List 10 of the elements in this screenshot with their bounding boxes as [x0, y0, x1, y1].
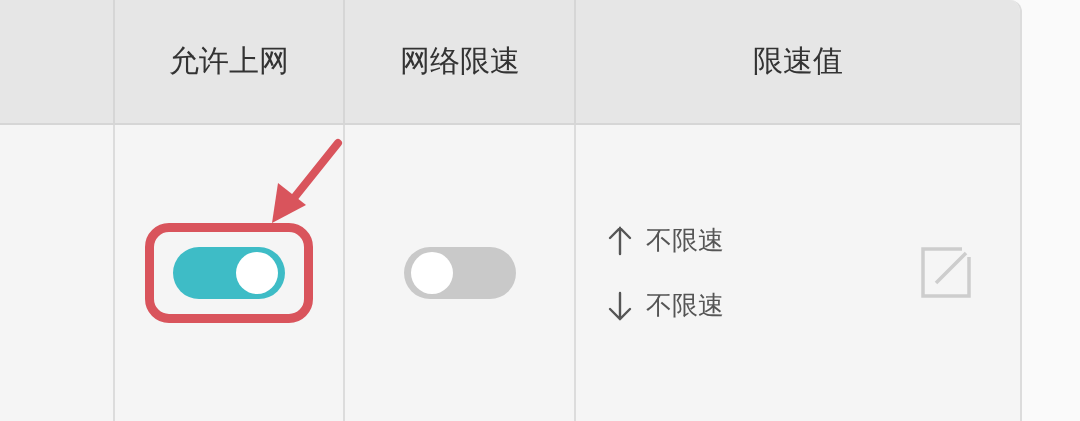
column-header: 网络限速 [345, 0, 576, 125]
up-arrow-icon [608, 225, 632, 256]
column-header: 允许上网 [115, 0, 345, 125]
download-limit: 不限速 [646, 289, 724, 322]
column-header: 限速值 [576, 0, 1020, 125]
edit-icon[interactable] [920, 247, 972, 299]
down-arrow-icon [608, 290, 632, 321]
toggle-switch[interactable] [403, 247, 516, 299]
upload-limit: 不限速 [646, 224, 724, 257]
toggle-switch[interactable] [173, 247, 285, 299]
